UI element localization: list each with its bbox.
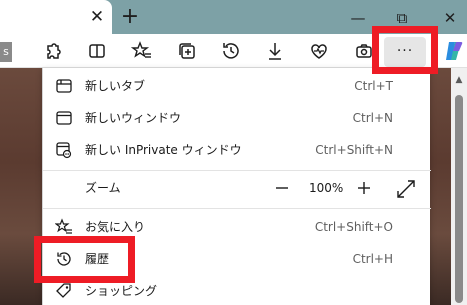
history-icon[interactable] xyxy=(220,40,242,62)
copilot-icon[interactable] xyxy=(442,39,466,63)
tab-close-icon[interactable]: ✕ xyxy=(88,8,106,26)
scrollbar-thumb[interactable] xyxy=(455,95,463,303)
extensions-icon[interactable] xyxy=(42,40,64,62)
menu-item-label: お気に入り xyxy=(85,220,146,234)
menu-item-label: 新しいタブ xyxy=(85,79,146,93)
shopping-tag-icon xyxy=(55,282,73,300)
menu-item-shortcut: Ctrl+Shift+N xyxy=(315,143,393,157)
menu-item-shortcut: Ctrl+N xyxy=(352,111,393,125)
menu-divider xyxy=(43,208,431,209)
zoom-level: 100% xyxy=(309,181,344,195)
new-window-icon xyxy=(55,109,73,127)
menu-item-label: ショッピング xyxy=(85,284,158,298)
close-window-button[interactable]: ✕ xyxy=(440,8,460,28)
browser-window: ✕ + — ⧉ ✕ s ··· ▲ 新しいタブ Ctrl+T 新しいウィンドウ … xyxy=(0,0,467,305)
split-screen-icon[interactable] xyxy=(86,40,108,62)
address-bar-fragment[interactable]: s xyxy=(0,42,12,62)
downloads-icon[interactable] xyxy=(264,40,286,62)
collections-icon[interactable] xyxy=(176,40,198,62)
favorites-icon[interactable] xyxy=(130,40,153,62)
menu-item-shortcut: Ctrl+H xyxy=(352,252,393,266)
highlight-box-history xyxy=(34,236,135,283)
scroll-up-icon[interactable]: ▲ xyxy=(453,75,465,85)
menu-item-shortcut: Ctrl+Shift+O xyxy=(314,220,393,234)
menu-item-zoom: ズーム 100% xyxy=(43,172,431,204)
zoom-label: ズーム xyxy=(85,181,121,195)
menu-item-label: 新しい InPrivate ウィンドウ xyxy=(85,143,242,157)
new-tab-icon xyxy=(55,77,73,95)
zoom-out-button[interactable] xyxy=(271,178,293,198)
menu-divider xyxy=(43,170,431,171)
active-tab[interactable]: ✕ xyxy=(0,0,112,34)
favorites-star-icon xyxy=(54,218,73,236)
minimize-button[interactable]: — xyxy=(348,8,368,28)
new-tab-button[interactable]: + xyxy=(120,6,140,28)
menu-item-label: 新しいウィンドウ xyxy=(85,111,182,125)
zoom-in-button[interactable] xyxy=(353,178,375,198)
menu-item-new-tab[interactable]: 新しいタブ Ctrl+T xyxy=(43,70,431,102)
menu-item-shortcut: Ctrl+T xyxy=(354,79,393,93)
menu-item-new-window[interactable]: 新しいウィンドウ Ctrl+N xyxy=(43,102,431,134)
restore-button[interactable]: ⧉ xyxy=(392,8,412,28)
browser-essentials-icon[interactable] xyxy=(308,40,330,62)
inprivate-icon xyxy=(55,141,73,159)
highlight-box-more-button xyxy=(372,26,438,74)
menu-item-new-inprivate-window[interactable]: 新しい InPrivate ウィンドウ Ctrl+Shift+N xyxy=(43,134,431,166)
fullscreen-icon[interactable] xyxy=(395,178,417,200)
